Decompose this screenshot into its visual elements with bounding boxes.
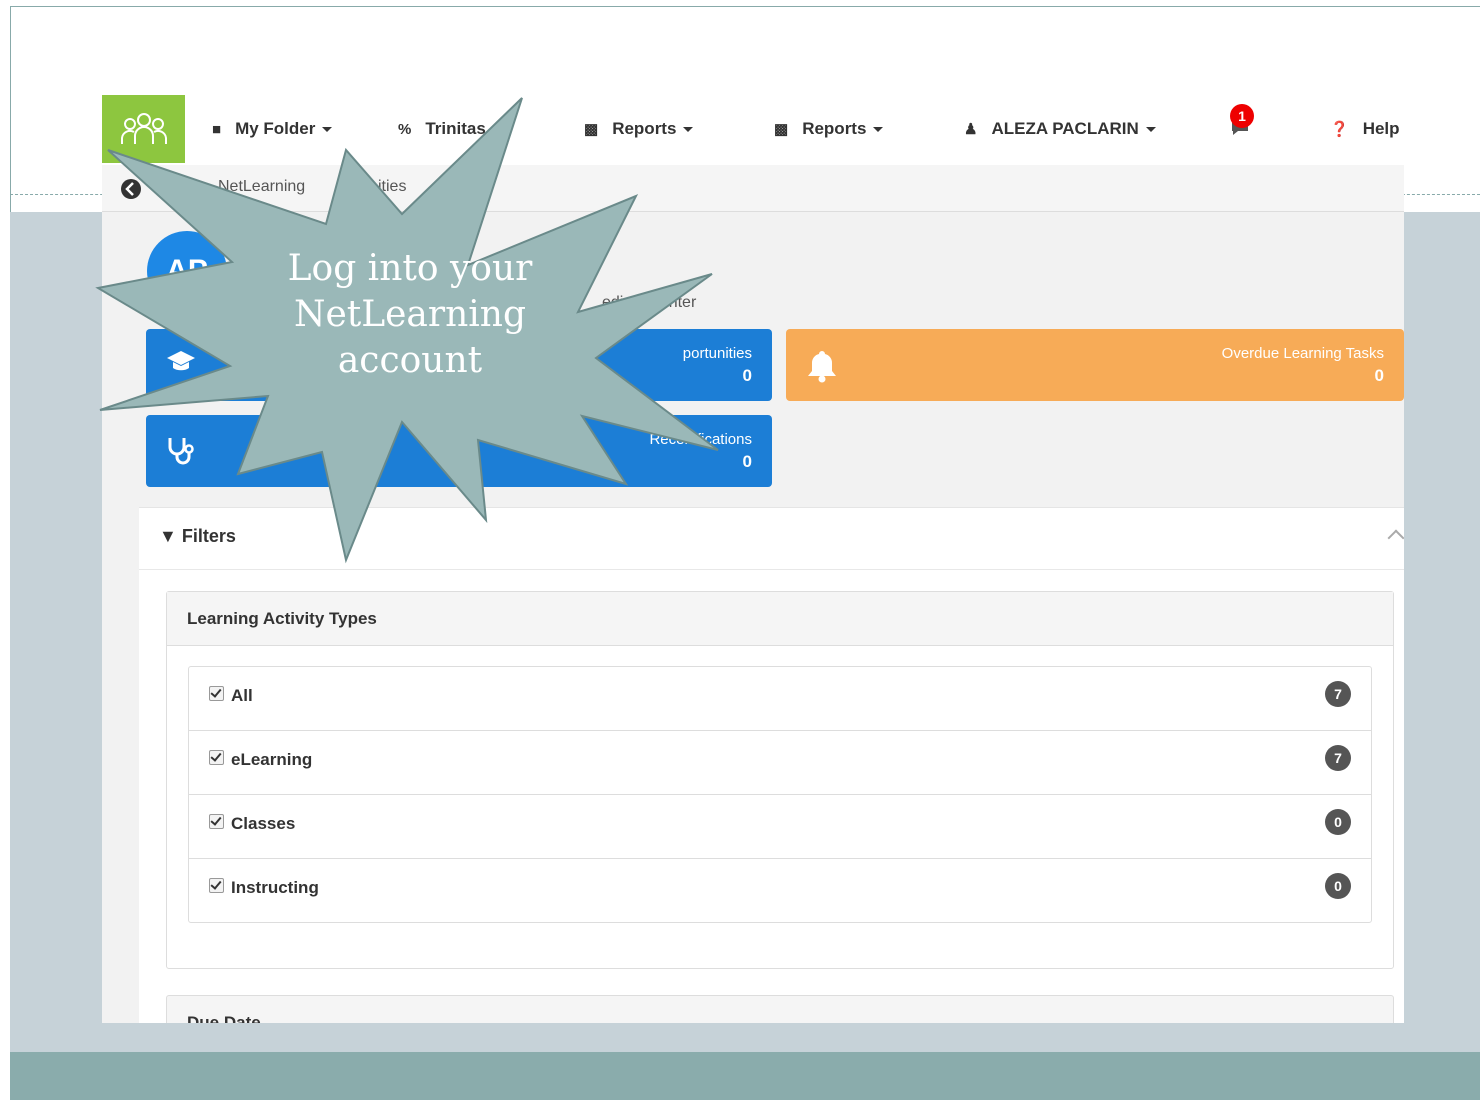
callout-line-3: account xyxy=(337,340,483,381)
callout-starburst xyxy=(95,97,719,564)
callout-line-1: Log into your xyxy=(287,248,533,289)
callout-text: Log into your NetLearning account xyxy=(260,246,560,384)
callout-line-2: NetLearning xyxy=(293,294,527,335)
